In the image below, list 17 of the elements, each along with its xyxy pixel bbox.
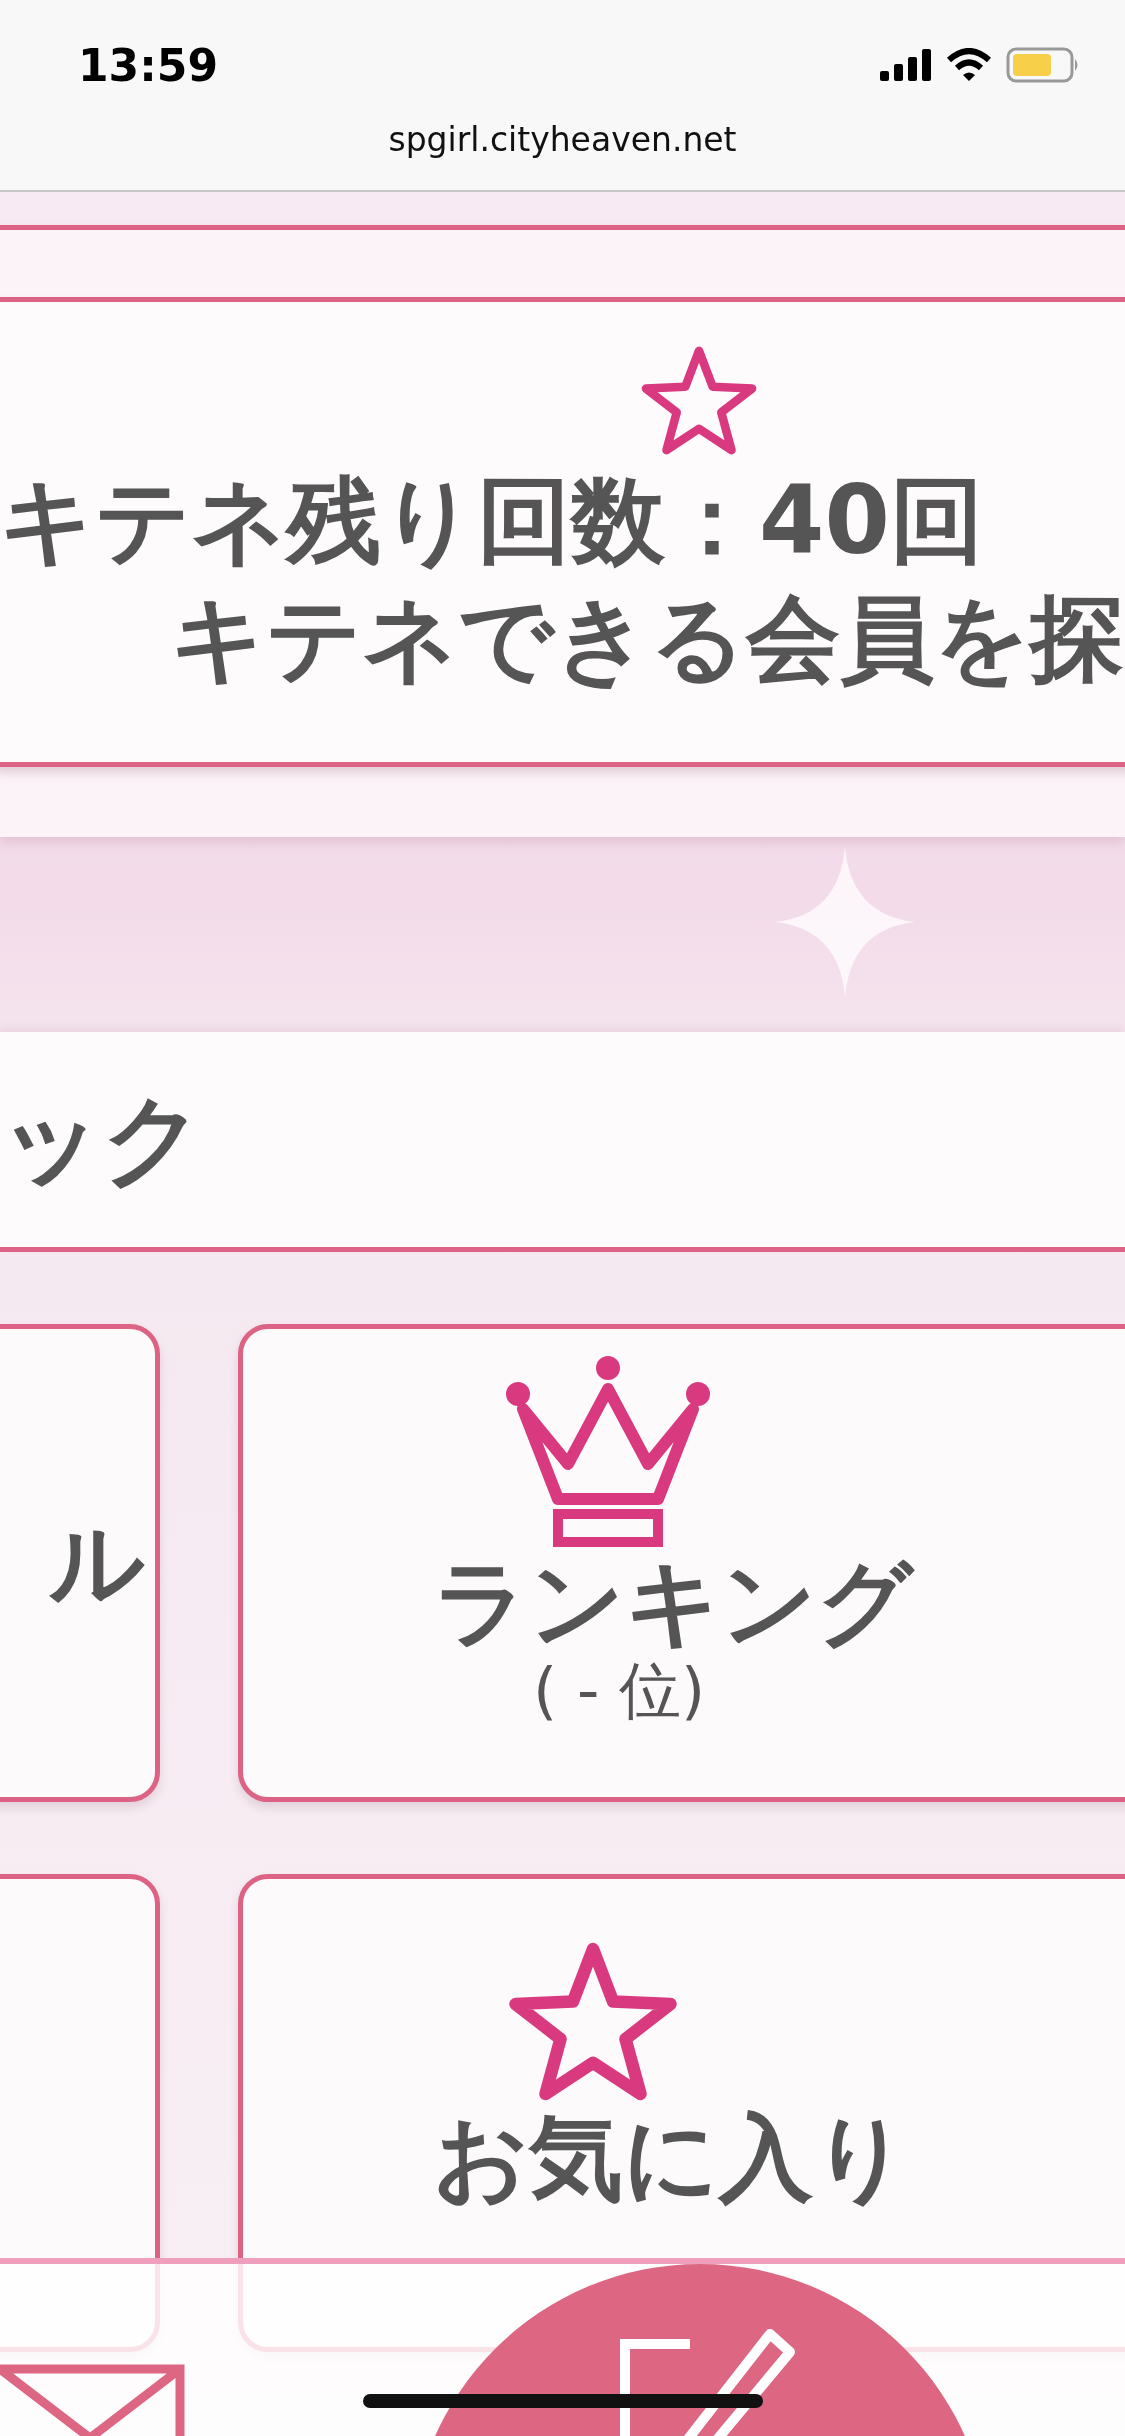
crown-icon — [503, 1354, 713, 1549]
search-members-text: キテネできる会員を探 — [170, 582, 1125, 695]
section-title: ック — [0, 1080, 205, 1200]
remaining-count-text: キテネ残り回数：40回 — [0, 472, 984, 571]
star-icon — [639, 344, 759, 457]
menu-tile[interactable]: ル — [0, 1324, 160, 1802]
wifi-icon — [946, 48, 992, 82]
tile-label: ランキング — [433, 1549, 913, 1658]
kitene-card[interactable]: キテネ残り回数：40回 キテネできる会員を探 — [0, 297, 1125, 767]
menu-tile[interactable]: ランキング ( - 位) — [238, 1324, 1125, 1802]
url-text[interactable]: spgirl.cityheaven.net — [388, 120, 737, 159]
signal-icon — [880, 49, 932, 81]
battery-icon — [1006, 47, 1080, 83]
tile-label: ル — [49, 1508, 145, 1618]
rank-text: ( - 位) — [533, 1657, 706, 1726]
clock: 13:59 — [78, 38, 219, 91]
tile-label: お気に入り — [433, 2104, 909, 2213]
